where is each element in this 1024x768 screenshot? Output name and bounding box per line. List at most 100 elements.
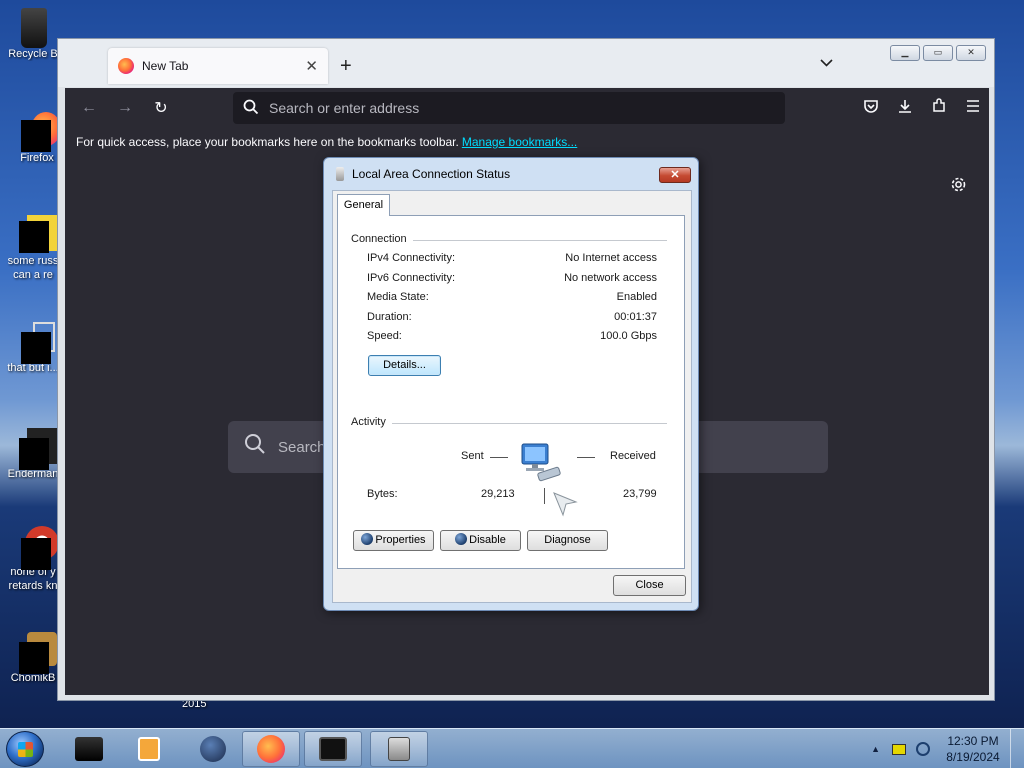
close-window-button[interactable]: ✕ — [956, 45, 986, 61]
media-file-icon — [15, 526, 59, 570]
maximize-button[interactable]: ▭ — [923, 45, 953, 61]
divider — [544, 488, 545, 504]
bookmarks-toolbar: For quick access, place your bookmarks h… — [65, 128, 989, 156]
chomikbox-icon — [15, 632, 57, 674]
address-input[interactable] — [269, 100, 749, 116]
taskbar-item-firefox[interactable] — [242, 731, 300, 767]
monitor-icon — [319, 737, 347, 761]
bytes-sent-value: 29,213 — [481, 488, 515, 500]
new-tab-button[interactable]: + — [340, 55, 352, 78]
dialog-title: Local Area Connection Status — [352, 167, 511, 181]
close-button[interactable]: Close — [613, 575, 686, 596]
search-icon — [244, 433, 266, 461]
menu-icon[interactable] — [965, 99, 981, 117]
list-all-tabs-icon[interactable] — [820, 55, 833, 70]
gear-icon[interactable] — [950, 176, 967, 198]
document-icon — [15, 215, 57, 253]
tab-bar: New Tab ✕ + ▁ ▭ ✕ — [58, 39, 994, 87]
info-value: No Internet access — [565, 252, 657, 264]
connection-group-label: Connection — [351, 233, 413, 245]
connection-status-dialog: Local Area Connection Status ✕ General C… — [323, 157, 699, 611]
bookmarks-hint: For quick access, place your bookmarks h… — [76, 135, 459, 149]
start-button[interactable] — [6, 731, 44, 767]
dialog-close-button[interactable]: ✕ — [659, 167, 691, 183]
taskbar-item-media-player[interactable] — [120, 731, 178, 767]
activity-group-label: Activity — [351, 416, 392, 428]
info-key: Media State: — [367, 291, 429, 303]
received-label: Received — [610, 450, 656, 462]
disable-button[interactable]: Disable — [440, 530, 521, 551]
taskbar-item-app5[interactable] — [304, 731, 362, 767]
taskbar-item-app1[interactable] — [60, 731, 118, 767]
info-row: IPv4 Connectivity: No Internet access — [367, 252, 657, 268]
downloads-icon[interactable] — [897, 98, 913, 118]
tab-general[interactable]: General — [337, 194, 390, 216]
desktop-icon-file-4[interactable]: none of y retards kn — [2, 526, 64, 593]
firefox-icon — [19, 112, 61, 152]
info-key: Speed: — [367, 330, 402, 342]
properties-button[interactable]: Properties — [353, 530, 434, 551]
globe-icon — [200, 736, 226, 762]
document-icon — [15, 322, 55, 364]
system-tray: ▲ 12:30 PM 8/19/2024 — [871, 729, 1024, 768]
info-value: 100.0 Gbps — [600, 330, 657, 342]
network-tray-icon[interactable] — [916, 742, 930, 756]
address-bar[interactable] — [233, 92, 785, 124]
clock-time: 12:30 PM — [947, 734, 999, 748]
recycle-bin-icon — [15, 8, 51, 48]
clock[interactable]: 12:30 PM 8/19/2024 — [940, 733, 1006, 765]
taskbar-item-app3[interactable] — [184, 731, 242, 767]
video-file-icon — [15, 428, 57, 470]
desktop-icon-chomikbox[interactable]: ChomikB — [2, 632, 64, 685]
info-key: IPv6 Connectivity: — [367, 272, 456, 284]
show-desktop-button[interactable] — [1010, 729, 1024, 768]
properties-label: Properties — [375, 534, 426, 546]
dialog-titlebar[interactable]: Local Area Connection Status — [324, 158, 698, 190]
desktop-icon-file-2[interactable]: that but i... — [2, 322, 64, 375]
search-icon — [243, 99, 259, 118]
shield-icon — [455, 533, 468, 545]
black-box-icon — [75, 737, 103, 761]
info-value: Enabled — [616, 291, 657, 303]
info-row: Media State: Enabled — [367, 291, 657, 307]
minimize-button[interactable]: ▁ — [890, 45, 920, 61]
back-icon[interactable]: ← — [75, 99, 103, 117]
tab-title: New Tab — [142, 59, 189, 73]
taskbar-item-network[interactable] — [370, 731, 428, 767]
firefox-icon — [118, 58, 134, 74]
info-row: Duration: 00:01:37 — [367, 311, 657, 327]
desktop-icon-label: some russ can a re — [7, 255, 59, 281]
desktop-icon-label: Recycle B — [8, 48, 58, 60]
reload-icon[interactable]: ↻ — [147, 98, 175, 118]
info-value: No network access — [564, 272, 657, 284]
toolbar-right-icons — [863, 88, 981, 128]
diagnose-button[interactable]: Diagnose — [527, 530, 608, 551]
navigation-toolbar: ← → ↻ — [65, 88, 989, 128]
dialog-body: General Connection IPv4 Connectivity: No… — [332, 190, 692, 603]
show-hidden-icons-icon[interactable]: ▲ — [871, 744, 880, 754]
details-button[interactable]: Details... — [368, 355, 441, 376]
bytes-label: Bytes: — [367, 488, 398, 500]
info-row: IPv6 Connectivity: No network access — [367, 272, 657, 288]
shield-icon — [361, 533, 374, 545]
divider — [490, 457, 508, 458]
desktop-icon-file-3[interactable]: Enderman — [2, 428, 64, 481]
forward-icon[interactable]: → — [111, 99, 139, 117]
manage-bookmarks-link[interactable]: Manage bookmarks... — [462, 135, 577, 149]
divider — [351, 423, 667, 424]
clock-date: 8/19/2024 — [946, 750, 1000, 764]
info-key: IPv4 Connectivity: — [367, 252, 456, 264]
taskbar: ▲ 12:30 PM 8/19/2024 — [0, 728, 1024, 768]
bytes-received-value: 23,799 — [623, 488, 657, 500]
close-tab-icon[interactable]: ✕ — [305, 57, 318, 75]
mouse-pointer-icon — [551, 490, 579, 518]
sent-label: Sent — [461, 450, 484, 462]
desktop-icon-file-1[interactable]: some russ can a re — [2, 215, 64, 282]
desktop-icon-recycle-bin[interactable]: Recycle B — [2, 8, 64, 61]
tab-new-tab[interactable]: New Tab ✕ — [108, 48, 328, 84]
media-player-icon — [138, 737, 160, 761]
pocket-icon[interactable] — [863, 98, 879, 118]
action-center-icon[interactable] — [892, 743, 906, 755]
extensions-icon[interactable] — [931, 98, 947, 118]
disable-label: Disable — [469, 534, 506, 546]
